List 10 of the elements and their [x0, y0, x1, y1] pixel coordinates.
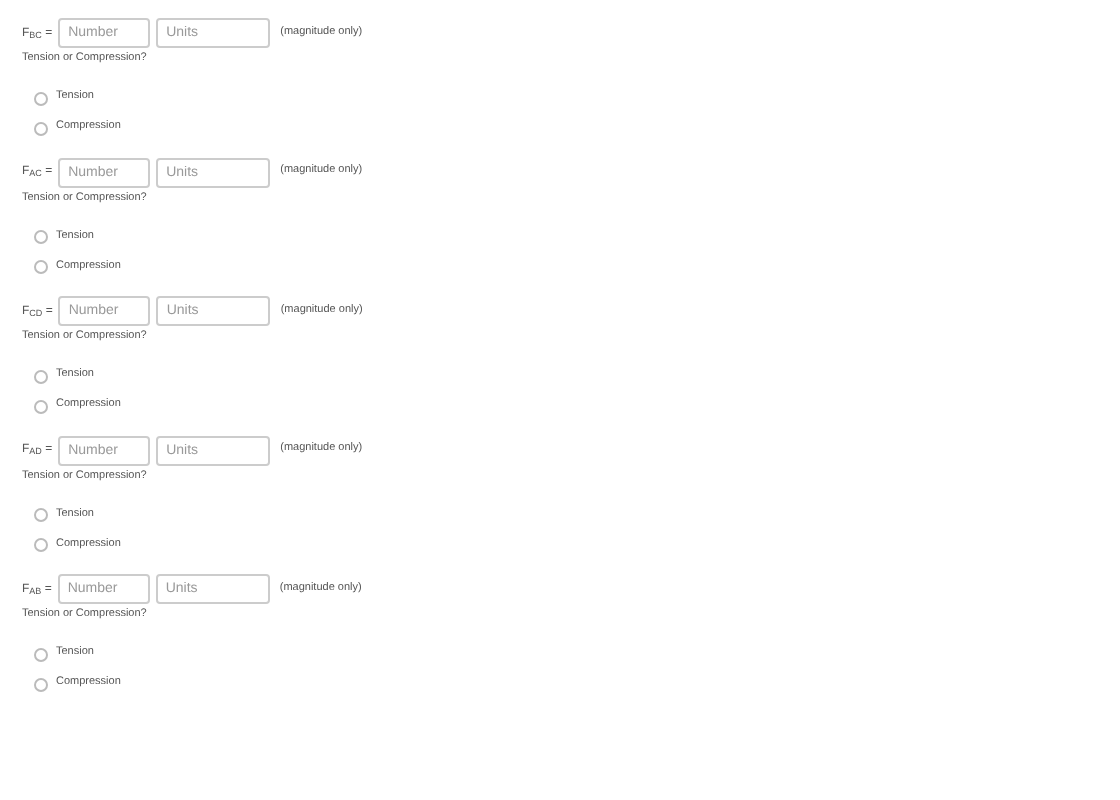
radio-button[interactable] [34, 677, 48, 691]
radio-button[interactable] [34, 230, 48, 244]
radio-button[interactable] [34, 399, 48, 413]
radio-button[interactable] [34, 647, 48, 661]
radio-button[interactable] [34, 508, 48, 522]
radio-button[interactable] [34, 260, 48, 274]
radio-button[interactable] [34, 538, 48, 552]
radio-button[interactable] [34, 121, 48, 135]
radio-button[interactable] [34, 91, 48, 105]
radio-button[interactable] [34, 369, 48, 383]
